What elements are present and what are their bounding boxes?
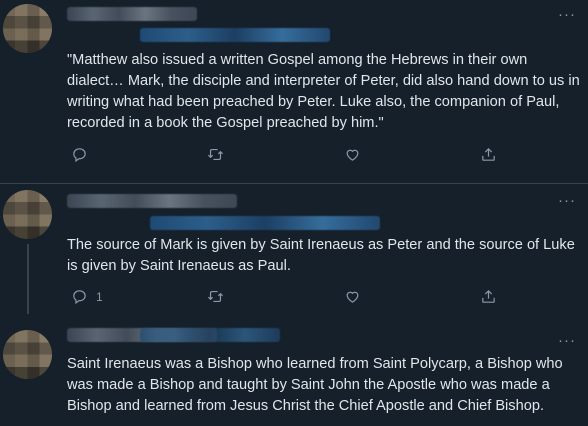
tweet-text: The source of Mark is given by Saint Ire…: [67, 237, 575, 274]
share-button[interactable]: [480, 288, 497, 305]
author-name[interactable]: [67, 7, 197, 21]
reply-count: 1: [96, 289, 103, 304]
reply-button[interactable]: 1: [71, 288, 103, 305]
retweet-icon: [207, 290, 224, 303]
like-button[interactable]: [344, 146, 361, 163]
like-icon: [346, 149, 359, 161]
reply-icon: [73, 290, 86, 305]
retweet-icon: [207, 148, 224, 161]
more-icon[interactable]: ···: [558, 333, 576, 348]
tweet-text: Saint Irenaeus was a Bishop who learned …: [67, 356, 563, 414]
like-button[interactable]: [344, 288, 361, 305]
reply-icon: [73, 148, 86, 163]
retweet-button[interactable]: [207, 146, 224, 163]
retweet-button[interactable]: [207, 288, 224, 305]
more-icon[interactable]: ···: [558, 193, 576, 208]
share-icon: [482, 289, 495, 303]
author-handle[interactable]: [140, 328, 280, 342]
more-icon[interactable]: ···: [558, 7, 576, 22]
tweet-1[interactable]: ··· "Matthew also issued a written Gospe…: [0, 0, 588, 180]
share-icon: [482, 147, 495, 161]
tweet-2[interactable]: ··· The source of Mark is given by Saint…: [0, 184, 588, 314]
avatar[interactable]: [3, 190, 52, 239]
thread-connector: [27, 244, 29, 314]
avatar[interactable]: [3, 4, 52, 53]
author-name[interactable]: [67, 194, 237, 208]
avatar[interactable]: [3, 330, 52, 379]
reply-button[interactable]: [71, 146, 88, 163]
share-button[interactable]: [480, 146, 497, 163]
author-handle[interactable]: [150, 216, 380, 230]
author-handle[interactable]: [140, 28, 330, 42]
tweet-text: "Matthew also issued a written Gospel am…: [67, 52, 580, 131]
like-icon: [346, 291, 359, 303]
tweet-3[interactable]: ··· Saint Irenaeus was a Bishop who lear…: [0, 314, 588, 426]
